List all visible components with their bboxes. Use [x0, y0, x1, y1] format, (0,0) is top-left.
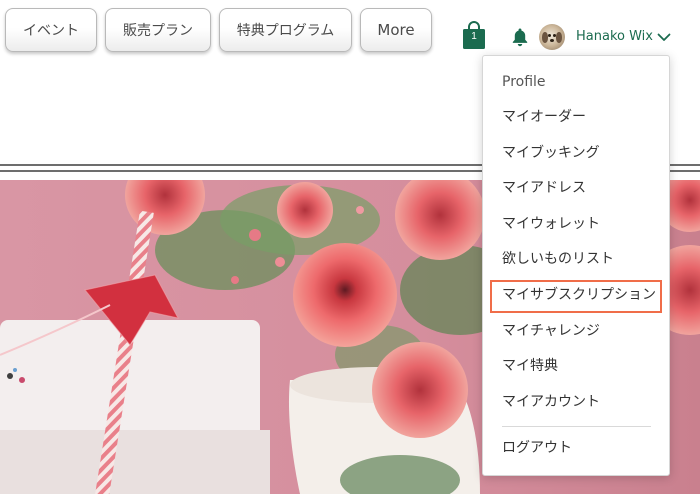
avatar-ear-right — [556, 32, 562, 43]
nav-item-events[interactable]: イベント — [5, 8, 97, 52]
avatar[interactable] — [539, 24, 565, 50]
avatar-ear-left — [542, 32, 548, 43]
menu-item-my-challenges[interactable]: マイチャレンジ — [502, 320, 600, 342]
menu-divider — [502, 426, 651, 427]
menu-item-my-subscriptions[interactable]: マイサブスクリプション — [502, 284, 656, 306]
nav-item-loyalty[interactable]: 特典プログラム — [219, 8, 352, 52]
cart-count-badge: 1 — [471, 31, 477, 42]
avatar-nose — [550, 39, 554, 42]
menu-item-my-wallet[interactable]: マイウォレット — [502, 213, 600, 235]
user-name[interactable]: Hanako Wix — [576, 28, 653, 46]
cart-button[interactable]: 1 — [462, 20, 486, 50]
menu-item-my-account[interactable]: マイアカウント — [502, 391, 600, 413]
menu-item-profile[interactable]: Profile — [502, 71, 546, 93]
menu-item-my-orders[interactable]: マイオーダー — [502, 106, 586, 128]
avatar-eye-left — [548, 34, 551, 37]
user-dropdown-menu: Profile マイオーダー マイブッキング マイアドレス マイウォレット 欲し… — [482, 55, 670, 476]
menu-item-my-addresses[interactable]: マイアドレス — [502, 177, 586, 199]
menu-item-my-bookings[interactable]: マイブッキング — [502, 142, 600, 164]
nav-item-plans[interactable]: 販売プラン — [105, 8, 211, 52]
notifications-button[interactable] — [511, 27, 529, 47]
menu-item-wishlist[interactable]: 欲しいものリスト — [502, 248, 614, 270]
menu-item-my-rewards[interactable]: マイ特典 — [502, 355, 558, 377]
chevron-down-icon[interactable] — [656, 29, 672, 45]
menu-item-logout[interactable]: ログアウト — [502, 437, 572, 459]
nav-item-more[interactable]: More — [360, 8, 432, 52]
avatar-eye-right — [553, 34, 556, 37]
bell-icon — [512, 28, 528, 47]
